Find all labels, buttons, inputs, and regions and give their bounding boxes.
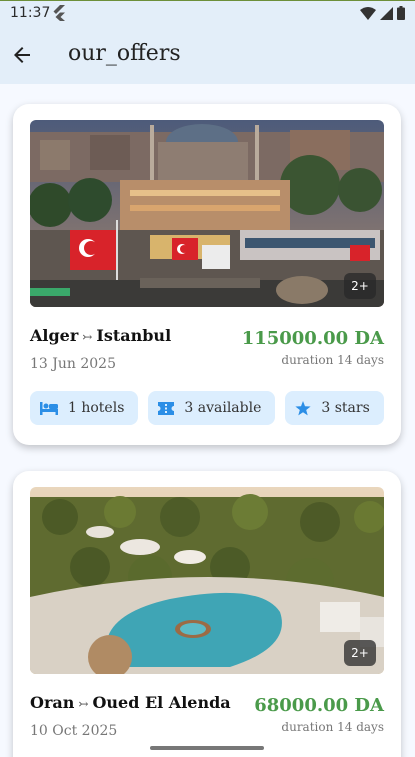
- signal-icon: [380, 6, 393, 20]
- chip-available[interactable]: 3 available: [148, 391, 276, 425]
- page-title: our_offers: [68, 41, 181, 66]
- app-header: 11:37 our_offers: [0, 0, 415, 84]
- offer-chips: 1 hotels 3 available 3 stars: [30, 391, 384, 425]
- battery-icon: [397, 6, 405, 20]
- chip-available-label: 3 available: [184, 400, 262, 416]
- chip-stars-label: 3 stars: [321, 400, 370, 416]
- offer-date: 13 Jun 2025: [30, 356, 116, 372]
- status-time: 11:37: [10, 5, 51, 21]
- offer-duration: duration 14 days: [281, 353, 384, 367]
- offers-list[interactable]: 2+ Alger ↣ Istanbul 13 Jun 2025 115000.00 …: [0, 84, 415, 757]
- route-to: Istanbul: [96, 326, 172, 345]
- image-count-badge: 2+: [344, 273, 376, 299]
- offer-price: 68000.00 DA: [254, 695, 384, 716]
- back-arrow-icon[interactable]: [10, 43, 34, 67]
- route-from: Oran: [30, 693, 75, 712]
- wifi-icon: [360, 6, 376, 20]
- bed-icon: [40, 402, 58, 415]
- route-arrow-icon: ↣: [78, 697, 89, 711]
- offer-duration: duration 14 days: [281, 720, 384, 734]
- image-count-badge: 2+: [344, 640, 376, 666]
- offer-photo-oued-el-alenda[interactable]: 2+: [30, 487, 384, 674]
- route-arrow-icon: ↣: [82, 330, 93, 344]
- flutter-icon: [53, 5, 65, 21]
- offer-date: 10 Oct 2025: [30, 723, 118, 739]
- status-icons: [360, 6, 405, 20]
- ticket-icon: [158, 401, 175, 415]
- star-icon: [295, 400, 311, 415]
- offer-photo-istanbul[interactable]: 2+: [30, 120, 384, 307]
- offer-route: Oran ↣ Oued El Alenda: [30, 693, 231, 712]
- offer-card[interactable]: 2+ Alger ↣ Istanbul 13 Jun 2025 115000.00 …: [13, 104, 401, 445]
- chip-hotels[interactable]: 1 hotels: [30, 391, 139, 425]
- offer-card[interactable]: 2+ Oran ↣ Oued El Alenda 10 Oct 2025 68000…: [13, 471, 401, 757]
- status-bar: 11:37: [0, 1, 415, 25]
- home-indicator[interactable]: [150, 746, 264, 750]
- chip-hotels-label: 1 hotels: [68, 400, 125, 416]
- route-to: Oued El Alenda: [92, 693, 231, 712]
- route-from: Alger: [30, 326, 79, 345]
- chip-stars[interactable]: 3 stars: [285, 391, 384, 425]
- offer-route: Alger ↣ Istanbul: [30, 326, 171, 345]
- offer-price: 115000.00 DA: [241, 328, 384, 349]
